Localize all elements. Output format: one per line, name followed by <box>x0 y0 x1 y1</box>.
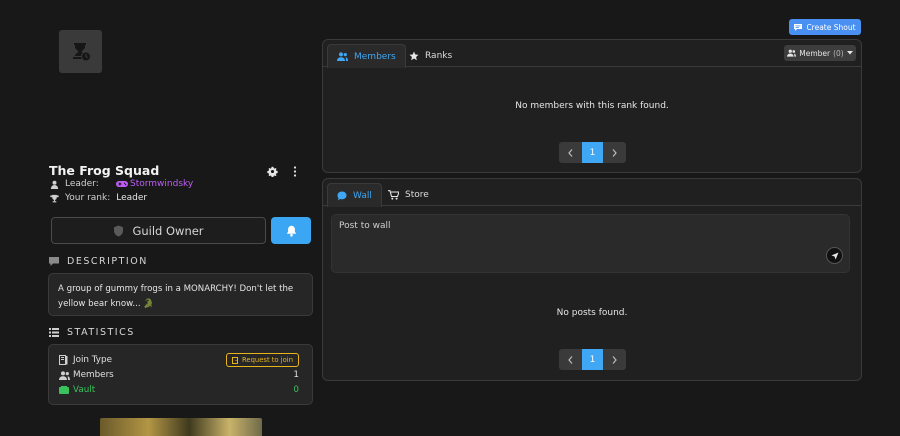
comment-icon <box>49 257 59 266</box>
vault-icon <box>59 386 69 394</box>
shield-icon <box>114 225 124 236</box>
members-icon <box>59 370 70 380</box>
hourglass-clock-icon <box>72 42 91 61</box>
comment-icon <box>337 191 347 200</box>
leader-label: Leader: <box>65 179 99 189</box>
members-panel-tabs: Members Ranks Member (0) <box>323 40 861 68</box>
shout-icon <box>794 24 803 31</box>
statistics-box: Join Type Request to join Members 1 Vaul… <box>48 344 313 405</box>
notifications-button[interactable] <box>271 217 311 244</box>
trophy-icon <box>50 194 59 202</box>
wall-panel: Wall Store Post to wall No posts found. … <box>322 178 862 381</box>
pagination-current-page[interactable]: 1 <box>582 142 603 163</box>
more-options-button[interactable] <box>292 166 298 177</box>
pagination-current-page[interactable]: 1 <box>582 349 603 370</box>
star-icon <box>409 51 419 61</box>
members-value: 1 <box>293 370 299 380</box>
rank-row: Your rank: Leader <box>50 193 147 203</box>
tab-members-label: Members <box>354 51 396 62</box>
guild-owner-label: Guild Owner <box>132 223 204 238</box>
caret-down-icon <box>846 51 853 55</box>
members-panel: Members Ranks Member (0) No members with… <box>322 39 862 173</box>
stat-members: Members 1 <box>59 370 299 380</box>
cart-icon <box>388 190 399 200</box>
pagination-next-button[interactable] <box>603 142 626 163</box>
create-shout-label: Create Shout <box>806 22 856 32</box>
tab-wall-label: Wall <box>353 190 372 201</box>
settings-button[interactable] <box>267 166 278 177</box>
description-heading: DESCRIPTION <box>49 256 148 267</box>
members-icon <box>787 49 797 57</box>
guild-logo <box>59 30 102 73</box>
statistics-heading: STATISTICS <box>49 327 135 338</box>
leader-row: Leader: Stormwindsky <box>50 179 193 189</box>
vault-label: Vault <box>73 385 96 395</box>
members-icon <box>337 52 348 61</box>
statistics-title: STATISTICS <box>67 327 135 338</box>
rank-label: Your rank: <box>65 193 111 203</box>
list-icon <box>49 328 59 337</box>
send-icon <box>831 252 838 259</box>
chevron-left-icon <box>568 148 573 157</box>
wall-pagination: 1 <box>559 349 626 370</box>
pagination-next-button[interactable] <box>603 349 626 370</box>
stat-join-type: Join Type Request to join <box>59 353 299 367</box>
tab-members[interactable]: Members <box>327 44 406 68</box>
user-icon <box>50 180 59 189</box>
rank-select[interactable]: Member (0) <box>784 45 856 61</box>
create-shout-button[interactable]: Create Shout <box>789 19 861 35</box>
wall-panel-tabs: Wall Store <box>323 179 861 207</box>
join-icon <box>59 355 68 365</box>
request-to-join-badge: Request to join <box>226 353 299 367</box>
leader-name: Stormwindsky <box>130 179 194 189</box>
rank-value: Leader <box>116 193 148 203</box>
tab-ranks-label: Ranks <box>425 51 453 61</box>
guild-owner-button[interactable]: Guild Owner <box>51 217 266 244</box>
chevron-left-icon <box>568 355 573 364</box>
members-label: Members <box>73 370 114 380</box>
rank-select-count: (0) <box>833 48 844 58</box>
members-pagination: 1 <box>559 142 626 163</box>
guild-name: The Frog Squad <box>49 163 160 178</box>
door-icon <box>232 356 238 364</box>
description-text: A group of gummy frogs in a MONARCHY! Do… <box>58 284 294 309</box>
description-title: DESCRIPTION <box>67 256 148 267</box>
wall-post-input[interactable]: Post to wall <box>331 214 850 273</box>
tab-wall[interactable]: Wall <box>327 183 382 207</box>
tab-ranks[interactable]: Ranks <box>400 44 461 68</box>
description-box: A group of gummy frogs in a MONARCHY! Do… <box>48 273 313 316</box>
gear-icon <box>267 166 278 177</box>
members-empty-message: No members with this rank found. <box>515 101 669 111</box>
kebab-icon <box>293 166 297 177</box>
pagination-prev-button[interactable] <box>559 142 582 163</box>
rank-select-label: Member <box>799 48 831 58</box>
gamepad-icon <box>116 181 128 187</box>
stat-vault: Vault 0 <box>59 385 299 395</box>
tab-store[interactable]: Store <box>379 183 438 207</box>
leader-link[interactable]: Stormwindsky <box>116 179 193 189</box>
join-type-value: Request to join <box>242 356 293 364</box>
vault-value: 0 <box>293 385 299 395</box>
chevron-right-icon <box>612 148 617 157</box>
wall-post-placeholder: Post to wall <box>339 221 391 231</box>
tab-store-label: Store <box>405 190 429 200</box>
join-type-label: Join Type <box>73 355 112 365</box>
chevron-right-icon <box>612 355 617 364</box>
bell-icon <box>286 225 296 236</box>
wall-empty-message: No posts found. <box>556 308 628 318</box>
pagination-prev-button[interactable] <box>559 349 582 370</box>
send-post-button[interactable] <box>826 247 843 264</box>
guild-banner-image <box>100 418 262 436</box>
